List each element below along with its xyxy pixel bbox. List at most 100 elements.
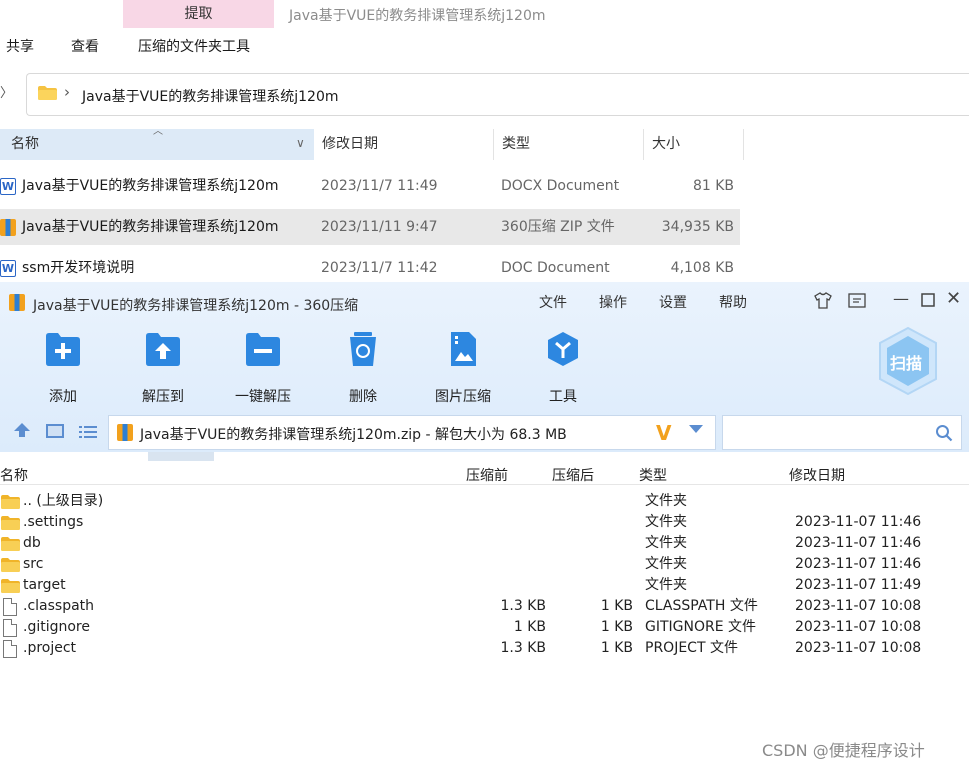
zip-archive-icon bbox=[0, 219, 16, 236]
one-click-extract-icon bbox=[246, 333, 280, 366]
minimize-icon[interactable]: — bbox=[893, 290, 909, 308]
file-type: DOCX Document bbox=[501, 178, 620, 194]
list-item[interactable]: .classpath 1.3 KB 1 KB CLASSPATH 文件 2023… bbox=[0, 596, 969, 617]
item-size-before: 1 KB bbox=[513, 619, 546, 635]
item-name: .settings bbox=[23, 514, 84, 530]
thumbnail-view-icon[interactable] bbox=[46, 424, 64, 438]
address-path[interactable]: Java基于VUE的教务排课管理系统j120m bbox=[82, 86, 339, 106]
file-date: 2023/11/7 11:42 bbox=[321, 260, 438, 276]
item-name: .gitignore bbox=[23, 619, 90, 635]
menu-file[interactable]: 文件 bbox=[539, 292, 567, 312]
list-item[interactable]: .settings 文件夹 2023-11-07 11:46 bbox=[0, 512, 969, 533]
column-header-size-after[interactable]: 压缩后 bbox=[552, 465, 594, 485]
file-size: 4,108 KB bbox=[670, 260, 734, 276]
item-name: target bbox=[23, 577, 66, 593]
column-header-size-before[interactable]: 压缩前 bbox=[466, 465, 508, 485]
file-type: 360压缩 ZIP 文件 bbox=[501, 219, 615, 235]
file-row[interactable]: W ssm开发环境说明 2023/11/7 11:42 DOC Document… bbox=[0, 250, 740, 286]
column-header-type[interactable]: 类型 bbox=[639, 465, 667, 485]
file-size: 34,935 KB bbox=[661, 219, 734, 235]
item-date: 2023-11-07 11:49 bbox=[795, 577, 922, 593]
tools-button[interactable]: 工具 bbox=[523, 330, 603, 406]
search-icon[interactable] bbox=[935, 424, 953, 442]
feedback-icon[interactable] bbox=[848, 293, 866, 308]
dropdown-arrow-icon[interactable] bbox=[689, 425, 703, 433]
skin-shirt-icon[interactable] bbox=[814, 292, 832, 309]
file-date: 2023/11/7 11:49 bbox=[321, 178, 438, 194]
file-row[interactable]: Java基于VUE的教务排课管理系统j120m 2023/11/11 9:47 … bbox=[0, 209, 740, 245]
zip-archive-icon bbox=[9, 294, 25, 311]
zip-archive-icon bbox=[117, 424, 133, 441]
delete-label: 删除 bbox=[349, 389, 377, 405]
item-type: 文件夹 bbox=[645, 577, 687, 593]
close-icon[interactable]: ✕ bbox=[946, 290, 961, 308]
folder-icon bbox=[1, 516, 20, 530]
search-input[interactable] bbox=[722, 415, 962, 450]
one-click-extract-button[interactable]: 一键解压 bbox=[223, 330, 303, 406]
item-type: 文件夹 bbox=[645, 514, 687, 530]
zip-window-title: Java基于VUE的教务排课管理系统j120m - 360压缩 bbox=[33, 298, 359, 314]
extract-to-button[interactable]: 解压到 bbox=[123, 330, 203, 406]
item-type: PROJECT 文件 bbox=[645, 640, 738, 656]
file-type: DOC Document bbox=[501, 260, 610, 276]
column-header-date[interactable]: 修改日期 bbox=[789, 465, 845, 485]
window-title: Java基于VUE的教务排课管理系统j120m bbox=[289, 8, 546, 24]
item-date: 2023-11-07 10:08 bbox=[795, 598, 922, 614]
file-date: 2023/11/11 9:47 bbox=[321, 219, 438, 235]
column-header-name[interactable]: 名称 bbox=[0, 465, 28, 485]
list-item[interactable]: target 文件夹 2023-11-07 11:49 bbox=[0, 575, 969, 596]
file-row[interactable]: W Java基于VUE的教务排课管理系统j120m 2023/11/7 11:4… bbox=[0, 168, 740, 204]
v-logo-icon[interactable]: V bbox=[656, 421, 671, 445]
ribbon-view[interactable]: 查看 bbox=[71, 36, 99, 56]
image-compress-button[interactable]: 图片压缩 bbox=[423, 330, 503, 406]
item-type: 文件夹 bbox=[645, 535, 687, 551]
scan-button[interactable]: 扫描 bbox=[876, 326, 940, 396]
item-name: src bbox=[23, 556, 44, 572]
list-item[interactable]: db 文件夹 2023-11-07 11:46 bbox=[0, 533, 969, 554]
tools-label: 工具 bbox=[549, 389, 577, 405]
item-size-after: 1 KB bbox=[600, 640, 633, 656]
chevron-down-icon[interactable]: ∨ bbox=[296, 136, 305, 150]
item-date: 2023-11-07 11:46 bbox=[795, 556, 922, 572]
menu-help[interactable]: 帮助 bbox=[719, 292, 747, 312]
menu-settings[interactable]: 设置 bbox=[659, 292, 687, 312]
column-header-date[interactable]: 修改日期 bbox=[314, 129, 494, 160]
list-item[interactable]: .gitignore 1 KB 1 KB GITIGNORE 文件 2023-1… bbox=[0, 617, 969, 638]
extract-folder-icon bbox=[146, 333, 180, 366]
folder-icon bbox=[1, 537, 20, 551]
scan-label: 扫描 bbox=[890, 354, 923, 373]
nav-back-icon[interactable]: 〉 bbox=[0, 82, 13, 101]
list-item[interactable]: src 文件夹 2023-11-07 11:46 bbox=[0, 554, 969, 575]
list-item[interactable]: .project 1.3 KB 1 KB PROJECT 文件 2023-11-… bbox=[0, 638, 969, 659]
menu-operate[interactable]: 操作 bbox=[599, 292, 627, 312]
ribbon-compressed-folder-tools[interactable]: 压缩的文件夹工具 bbox=[138, 36, 250, 56]
horizontal-scrollbar[interactable] bbox=[148, 452, 214, 461]
file-icon bbox=[3, 619, 17, 637]
header-divider bbox=[0, 484, 969, 485]
archive-path-text: Java基于VUE的教务排课管理系统j120m.zip - 解包大小为 68.3… bbox=[140, 427, 567, 443]
tab-extract[interactable]: 提取 bbox=[123, 0, 274, 28]
file-size: 81 KB bbox=[692, 178, 734, 194]
one-click-extract-label: 一键解压 bbox=[235, 389, 291, 405]
column-header-type[interactable]: 类型 bbox=[494, 129, 644, 160]
item-date: 2023-11-07 10:08 bbox=[795, 619, 922, 635]
column-header-size[interactable]: 大小 bbox=[644, 129, 744, 160]
item-size-before: 1.3 KB bbox=[500, 598, 547, 614]
recycle-bin-icon bbox=[350, 332, 376, 366]
file-name: ssm开发环境说明 bbox=[22, 260, 135, 276]
list-item[interactable]: .. (上级目录) 文件夹 bbox=[0, 491, 969, 512]
file-icon bbox=[3, 598, 17, 616]
maximize-icon[interactable] bbox=[921, 293, 935, 307]
file-name: Java基于VUE的教务排课管理系统j120m bbox=[22, 178, 279, 194]
list-view-icon[interactable] bbox=[79, 425, 97, 439]
add-folder-icon bbox=[46, 333, 80, 366]
archive-path-bar[interactable]: Java基于VUE的教务排课管理系统j120m.zip - 解包大小为 68.3… bbox=[108, 415, 716, 450]
item-type: GITIGNORE 文件 bbox=[645, 619, 757, 635]
item-name: .. (上级目录) bbox=[23, 493, 104, 509]
item-size-after: 1 KB bbox=[600, 598, 633, 614]
add-button[interactable]: 添加 bbox=[23, 330, 103, 406]
ribbon-share[interactable]: 共享 bbox=[6, 36, 34, 56]
up-arrow-icon[interactable] bbox=[13, 421, 31, 439]
delete-button[interactable]: 删除 bbox=[323, 330, 403, 406]
word-doc-icon: W bbox=[0, 178, 16, 195]
